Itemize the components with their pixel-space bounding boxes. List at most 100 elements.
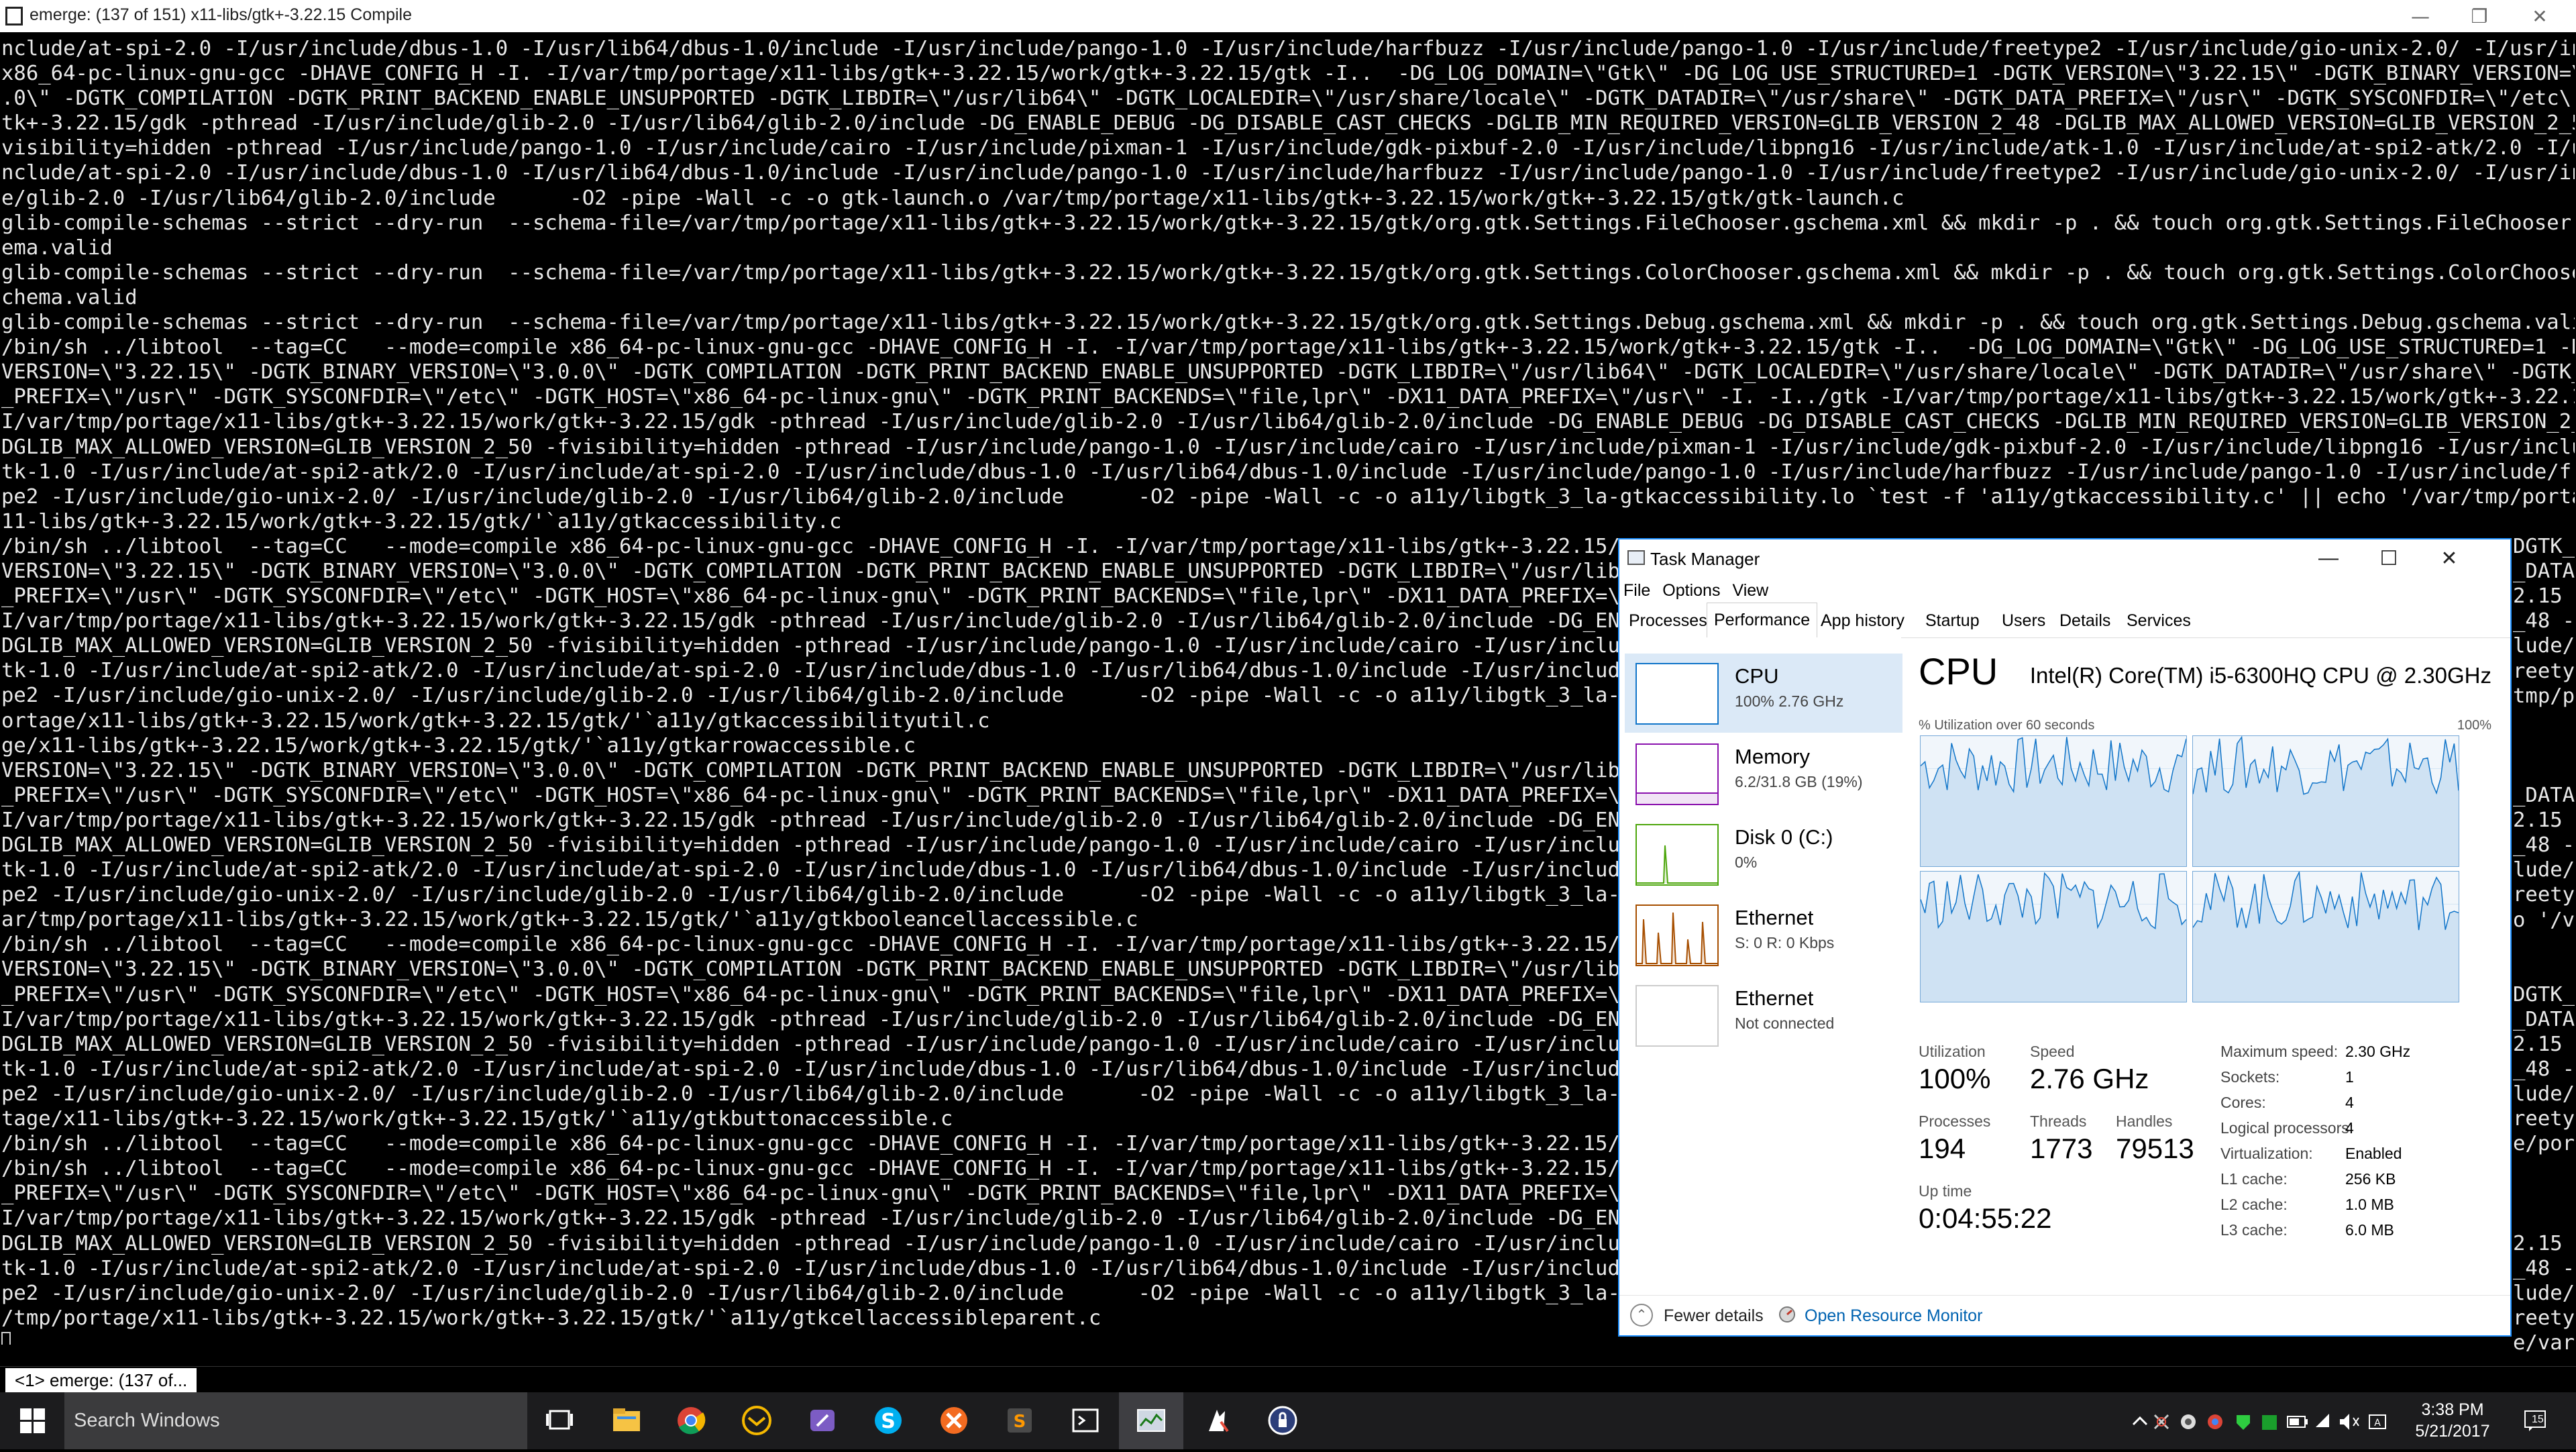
- cygwin-icon[interactable]: [1185, 1392, 1249, 1449]
- terminal-line: I/var/tmp/portage/x11-libs/gtk+-3.22.15/…: [1, 410, 2575, 434]
- chevron-up-icon[interactable]: ⌃: [1630, 1304, 1653, 1327]
- terminal-tab[interactable]: <1> emerge: (137 of...: [5, 1368, 197, 1392]
- sync-icon[interactable]: [2181, 1414, 2196, 1429]
- chevron-up-icon[interactable]: [2132, 1416, 2148, 1426]
- tm-tabs: Processes Performance App history Startu…: [1619, 603, 2510, 639]
- battery-icon[interactable]: [2287, 1416, 2308, 1428]
- security-icon[interactable]: [2237, 1415, 2250, 1430]
- ethernet-mini-graph: [1635, 904, 1719, 966]
- terminal-line-fragment: _48 -: [2513, 1057, 2575, 1082]
- clock[interactable]: 3:38 PM 5/21/2017: [2411, 1399, 2494, 1442]
- tab-performance[interactable]: Performance: [1707, 603, 1818, 639]
- minimize-button[interactable]: —: [2394, 0, 2447, 32]
- terminal-line: DGLIB_MAX_ALLOWED_VERSION=GLIB_VERSION_2…: [1, 435, 2575, 459]
- sidebar-item-cpu[interactable]: CPU 100% 2.76 GHz: [1625, 654, 1902, 733]
- terminal-line: nclude/at-spi-2.0 -I/usr/include/dbus-1.…: [1, 37, 2575, 60]
- terminal-line: pe2 -I/usr/include/gio-unix-2.0/ -I/usr/…: [1, 484, 2575, 509]
- sidebar-item-memory[interactable]: Memory 6.2/31.8 GB (19%): [1625, 734, 1902, 813]
- tab-processes[interactable]: Processes: [1622, 604, 1714, 637]
- terminal-line-fragment: e/var: [2513, 1331, 2575, 1355]
- sidebar-item-ethernet-2[interactable]: Ethernet Not connected: [1625, 976, 1902, 1055]
- tray-app-icon[interactable]: [2262, 1415, 2277, 1430]
- spec-l2-value: 1.0 MB: [2345, 1196, 2394, 1213]
- terminal-line-fragment: lude/a: [2513, 1282, 2576, 1305]
- graph-max-label: 100%: [2457, 718, 2491, 733]
- sidebar-item-value: 6.2/31.8 GB (19%): [1735, 773, 1863, 790]
- email-icon[interactable]: [724, 1392, 789, 1449]
- terminal-line-fragment: 2.15 -: [2513, 809, 2576, 833]
- spec-cores-label: Cores:: [2220, 1094, 2266, 1111]
- cpu-model: Intel(R) Core(TM) i5-6300HQ CPU @ 2.30GH…: [2029, 663, 2491, 688]
- vpn-icon[interactable]: [1250, 1392, 1315, 1449]
- tool-icon[interactable]: [2153, 1414, 2169, 1430]
- task-view-glyph: [546, 1410, 573, 1430]
- system-tray: A: [2132, 1414, 2386, 1430]
- menu-options[interactable]: Options: [1662, 581, 1720, 601]
- task-manager-titlebar[interactable]: Task Manager — ☐ ✕: [1619, 539, 2510, 577]
- core-graph-2: [1920, 871, 2187, 1002]
- sidebar-item-value: 0%: [1735, 853, 1758, 871]
- cpu-heading: CPU: [1919, 650, 1998, 692]
- wifi-icon[interactable]: [2316, 1414, 2329, 1427]
- restore-button[interactable]: ❐: [2453, 0, 2506, 32]
- close-button[interactable]: ✕: [2513, 0, 2567, 32]
- search-input[interactable]: Search Windows: [74, 1410, 220, 1432]
- file-explorer-icon[interactable]: [594, 1392, 659, 1449]
- terminal-cursor: [1, 1332, 11, 1345]
- action-center-button[interactable]: 15: [2522, 1407, 2549, 1434]
- disk-sparkline: [1637, 845, 1717, 884]
- start-button[interactable]: [0, 1392, 64, 1449]
- xmind-icon[interactable]: [922, 1392, 986, 1449]
- terminal-icon[interactable]: [1053, 1392, 1118, 1449]
- folder-glyph: [613, 1408, 640, 1431]
- terminal-line-fragment: _DATA: [2513, 560, 2575, 584]
- task-view-icon[interactable]: [527, 1392, 592, 1449]
- spec-max-speed-value: 2.30 GHz: [2345, 1043, 2411, 1060]
- terminal-icon: [5, 7, 23, 25]
- svg-text:S: S: [881, 1410, 896, 1433]
- tab-details[interactable]: Details: [2053, 604, 2117, 637]
- fewer-details-button[interactable]: Fewer details: [1664, 1306, 1764, 1326]
- paint-icon[interactable]: [790, 1392, 855, 1449]
- tm-minimize-button[interactable]: —: [2298, 539, 2359, 577]
- tm-maximize-button[interactable]: ☐: [2359, 539, 2419, 577]
- core-graph-0: [1920, 735, 2187, 867]
- terminal-line: chema.valid: [1, 285, 138, 309]
- terminal-titlebar[interactable]: emerge: (137 of 151) x11-libs/gtk+-3.22.…: [0, 0, 2576, 32]
- sidebar-item-ethernet[interactable]: Ethernet S: 0 R: 0 Kbps: [1625, 895, 1902, 974]
- tab-users[interactable]: Users: [1995, 604, 2052, 637]
- terminal-line: glib-compile-schemas --strict --dry-run …: [1, 311, 2575, 335]
- task-manager-icon: [1627, 550, 1645, 565]
- tm-close-button[interactable]: ✕: [2419, 539, 2479, 577]
- sidebar-item-label: Ethernet: [1735, 986, 1814, 1010]
- volume-icon[interactable]: [2340, 1414, 2359, 1430]
- tab-services[interactable]: Services: [2120, 604, 2198, 637]
- sidebar-item-disk[interactable]: Disk 0 (C:) 0%: [1625, 815, 1902, 894]
- terminal-line: glib-compile-schemas --strict --dry-run …: [1, 260, 2575, 284]
- chrome-icon[interactable]: [659, 1392, 723, 1449]
- core-graph-3: [2192, 870, 2459, 1002]
- spec-virtualization-value: Enabled: [2345, 1145, 2402, 1162]
- terminal-line-fragment: o '/v: [2513, 908, 2575, 932]
- spec-virtualization-label: Virtualization:: [2220, 1145, 2313, 1162]
- terminal-line-fragment: DGTK_: [2513, 982, 2575, 1006]
- task-manager-icon[interactable]: [1119, 1392, 1183, 1449]
- terminal-line: tk+-3.22.15/gdk -pthread -I/usr/include/…: [1, 111, 2575, 136]
- terminal-line-fragment: reety: [2513, 1306, 2575, 1331]
- spec-l1-value: 256 KB: [2345, 1170, 2396, 1188]
- sublime-icon[interactable]: S: [987, 1392, 1052, 1449]
- task-manager-window[interactable]: Task Manager — ☐ ✕ File Options View Pro…: [1618, 538, 2512, 1337]
- tab-app-history[interactable]: App history: [1814, 604, 1911, 637]
- tab-startup[interactable]: Startup: [1919, 604, 1986, 637]
- skype-icon[interactable]: S: [856, 1392, 920, 1449]
- menu-view[interactable]: View: [1732, 581, 1768, 601]
- spec-l3-label: L3 cache:: [2220, 1221, 2288, 1239]
- open-resource-monitor-link[interactable]: Open Resource Monitor: [1805, 1306, 1982, 1326]
- email-glyph: [742, 1406, 771, 1435]
- resource-monitor-icon[interactable]: [1778, 1305, 1796, 1324]
- terminal-line-fragment: lude/a: [2513, 858, 2576, 882]
- paint-glyph: [810, 1410, 835, 1431]
- keyboard-icon[interactable]: A: [2369, 1414, 2386, 1429]
- menu-file[interactable]: File: [1623, 581, 1650, 601]
- chrome-tray-icon[interactable]: [2208, 1414, 2222, 1429]
